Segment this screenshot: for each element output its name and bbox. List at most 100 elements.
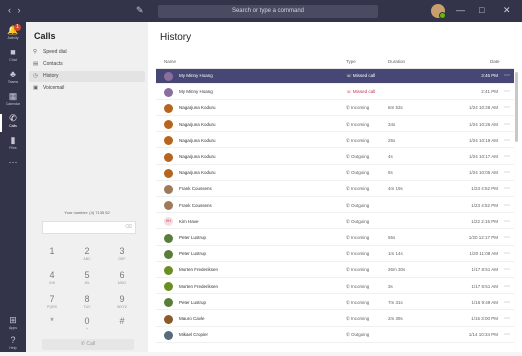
call-duration: 7m 31s: [388, 299, 403, 305]
close-icon[interactable]: ✕: [503, 5, 511, 16]
compose-icon[interactable]: ✎: [136, 5, 144, 16]
nav-voicemail[interactable]: ▣ Voicemail: [29, 83, 145, 94]
rail-help[interactable]: ? Help: [0, 334, 26, 356]
back-forward-nav[interactable]: ‹ ›: [8, 5, 23, 15]
more-options-icon[interactable]: ⋯: [504, 150, 510, 165]
dial-key[interactable]: 9 WXYZ: [107, 294, 137, 314]
more-options-icon[interactable]: ⋯: [504, 328, 510, 343]
search-input[interactable]: Search or type a command: [158, 5, 378, 18]
dial-key[interactable]: 8 TUV: [72, 294, 102, 314]
column-header-duration[interactable]: Duration: [388, 59, 405, 64]
table-row[interactable]: Nagarjuna Koduru ✆ Incoming 6m 53s 1/24 10:…: [156, 101, 514, 116]
dial-key[interactable]: 3 DEF: [107, 246, 137, 266]
scrollbar[interactable]: [515, 72, 518, 142]
page-title: History: [160, 32, 192, 43]
table-row[interactable]: KH Kim Have ✆ Outgoing 1/22 2:15 PM ⋯: [156, 215, 514, 230]
call-date: 1/24 10:17 AM: [468, 154, 498, 159]
forward-icon[interactable]: ›: [18, 5, 23, 15]
history-view: History Name Type Duration Date My Minny…: [148, 22, 522, 352]
dial-key[interactable]: 1: [37, 246, 67, 266]
more-options-icon[interactable]: ⋯: [504, 215, 510, 230]
user-avatar[interactable]: [431, 4, 446, 19]
rail-calendar[interactable]: ▦ Calendar: [0, 90, 26, 112]
table-row[interactable]: My Minny Hoang ☏ Missed call 3:46 PM ⋯: [156, 69, 514, 84]
rail-activity[interactable]: 🔔 Activity 1: [0, 24, 26, 46]
table-row[interactable]: Frank Coussens ✆ Incoming 4m 19s 1/23 4:52 …: [156, 182, 514, 197]
row-divider: [156, 293, 514, 295]
caller-name: Nagarjuna Koduru: [179, 170, 216, 176]
dial-key[interactable]: 0 +: [72, 316, 102, 336]
caller-name: Mauro Cavle: [179, 316, 205, 321]
avatar: [164, 330, 173, 340]
dial-key[interactable]: 4 GHI: [37, 270, 67, 290]
table-row[interactable]: Nagarjuna Koduru ✆ Incoming 34s 1/24 10:26 …: [156, 118, 514, 133]
call-duration: 6m 53s: [388, 105, 403, 111]
table-row[interactable]: Frank Coussens ✆ Outgoing 1/23 4:52 PM ⋯: [156, 199, 514, 214]
table-row[interactable]: Nagarjuna Koduru ✆ Incoming 25s 1/24 10:19 …: [156, 134, 514, 149]
table-row[interactable]: Peter Lustrup ✆ Incoming 7m 31s 1/16 9:49 A…: [156, 296, 514, 311]
caller-name: Frank Coussens: [179, 186, 212, 192]
minimize-icon[interactable]: —: [456, 5, 465, 15]
avatar: [164, 87, 173, 97]
notification-badge: 1: [14, 24, 21, 31]
more-options-icon[interactable]: ⋯: [504, 263, 510, 278]
table-row[interactable]: Nagarjuna Koduru ✆ Outgoing 5s 1/24 10:05 A…: [156, 166, 514, 181]
rail-calls[interactable]: ✆ Calls: [0, 112, 26, 134]
calls-panel: Calls ⚲ Speed dial ▤ Contacts ◷ History ▣ Vo…: [26, 22, 149, 352]
dial-key[interactable]: #: [107, 316, 137, 336]
more-options-icon[interactable]: ⋯: [504, 101, 510, 116]
avatar: [164, 249, 173, 259]
back-icon[interactable]: ‹: [8, 5, 13, 15]
more-options-icon[interactable]: ⋯: [504, 247, 510, 262]
calls-icon: ✆: [9, 113, 17, 123]
more-options-icon[interactable]: ⋯: [504, 85, 510, 100]
dial-key[interactable]: *: [37, 316, 67, 336]
more-options-icon[interactable]: ⋯: [504, 69, 510, 84]
rail-chat[interactable]: ■ Chat: [0, 46, 26, 68]
more-options-icon[interactable]: ⋯: [504, 296, 510, 311]
table-row[interactable]: Peter Lustrup ✆ Incoming 55s 1/20 12:17 PM ⋯: [156, 231, 514, 246]
rail-teams[interactable]: ♣ Teams: [0, 68, 26, 90]
more-options-icon[interactable]: ⋯: [504, 231, 510, 246]
nav-speed-dial[interactable]: ⚲ Speed dial: [29, 47, 145, 58]
app-rail: 🔔 Activity 1 ■ Chat ♣ Teams ▦ Calendar ✆…: [0, 22, 26, 352]
more-options-icon[interactable]: ⋯: [504, 199, 510, 214]
call-duration: 4m 19s: [388, 186, 403, 192]
rail-files[interactable]: ▮ Files: [0, 134, 26, 156]
call-type: ✆ Incoming: [346, 186, 370, 192]
table-row[interactable]: Nagarjuna Koduru ✆ Outgoing 4s 1/24 10:17 A…: [156, 150, 514, 165]
dial-key[interactable]: 2 ABC: [72, 246, 102, 266]
dial-input[interactable]: [42, 221, 136, 234]
table-row[interactable]: Mikael Cropier ✆ Outgoing 1/14 10:34 PM ⋯: [156, 328, 514, 343]
rail-more[interactable]: ⋯: [0, 156, 26, 178]
more-options-icon[interactable]: ⋯: [504, 134, 510, 149]
avatar: [164, 168, 173, 178]
call-button[interactable]: ✆ Call: [42, 339, 134, 350]
more-options-icon[interactable]: ⋯: [504, 280, 510, 295]
avatar: [164, 103, 173, 113]
more-options-icon[interactable]: ⋯: [504, 182, 510, 197]
call-type: ✆ Outgoing: [346, 170, 370, 176]
column-header-date[interactable]: Date: [490, 59, 500, 64]
more-options-icon[interactable]: ⋯: [504, 118, 510, 133]
table-row[interactable]: Peter Lustrup ✆ Incoming 1m 14s 1/20 11:08 …: [156, 247, 514, 262]
table-row[interactable]: My Minny Hoang ☏ Missed call 2:41 PM ⋯: [156, 85, 514, 100]
caller-name: Peter Lustrup: [179, 299, 207, 305]
dial-key[interactable]: 7 PQRS: [37, 294, 67, 314]
maximize-icon[interactable]: □: [479, 5, 484, 15]
rail-apps[interactable]: ⊞ Apps: [0, 314, 26, 336]
table-row[interactable]: Mauro Cavle ✆ Incoming 2m 39s 1/15 3:00 PM ⋯: [156, 312, 514, 327]
table-row[interactable]: Morten Frederiksen ✆ Incoming 26m 30s 1/17 …: [156, 263, 514, 278]
nav-contacts[interactable]: ▤ Contacts: [29, 59, 145, 70]
more-options-icon[interactable]: ⋯: [504, 166, 510, 181]
nav-history[interactable]: ◷ History: [29, 71, 145, 82]
table-row[interactable]: Morten Frederiksen ✆ Incoming 3s 1/17 8:51 …: [156, 280, 514, 295]
more-options-icon[interactable]: ⋯: [504, 312, 510, 327]
dial-key[interactable]: 5 JKL: [72, 270, 102, 290]
column-header-name[interactable]: Name: [164, 59, 176, 64]
row-divider: [156, 244, 514, 246]
speed-dial-icon: ⚲: [33, 49, 38, 55]
dial-key[interactable]: 6 MNO: [107, 270, 137, 290]
avatar: [164, 282, 173, 292]
column-header-type[interactable]: Type: [346, 59, 356, 64]
